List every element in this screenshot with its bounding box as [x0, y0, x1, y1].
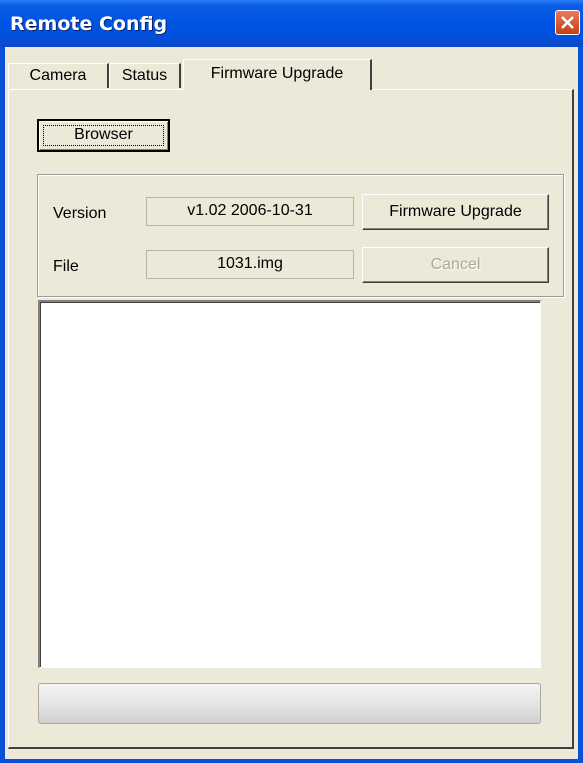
version-label: Version — [53, 205, 107, 222]
close-icon — [561, 16, 574, 29]
version-value: v1.02 2006-10-31 — [146, 197, 354, 226]
tab-strip: Camera Status Firmware Upgrade — [5, 59, 578, 90]
file-label: File — [53, 258, 79, 275]
tab-firmware-upgrade[interactable]: Firmware Upgrade — [183, 59, 372, 90]
upgrade-log-textarea[interactable] — [38, 300, 541, 668]
window-title: Remote Config — [10, 13, 168, 35]
tab-status[interactable]: Status — [109, 63, 181, 88]
window-client-area: Camera Status Firmware Upgrade Browser V… — [5, 47, 578, 759]
title-bar[interactable]: Remote Config — [0, 0, 583, 47]
browser-button[interactable]: Browser — [37, 119, 170, 152]
tab-camera[interactable]: Camera — [8, 63, 109, 88]
firmware-upgrade-button[interactable]: Firmware Upgrade — [362, 194, 549, 230]
remote-config-window: Remote Config Camera Status Firmware Upg… — [0, 0, 583, 763]
cancel-button[interactable]: Cancel — [362, 247, 549, 283]
upgrade-progress-bar — [38, 683, 541, 724]
file-value: 1031.img — [146, 250, 354, 279]
close-button[interactable] — [555, 10, 580, 35]
focus-rectangle — [43, 125, 164, 146]
